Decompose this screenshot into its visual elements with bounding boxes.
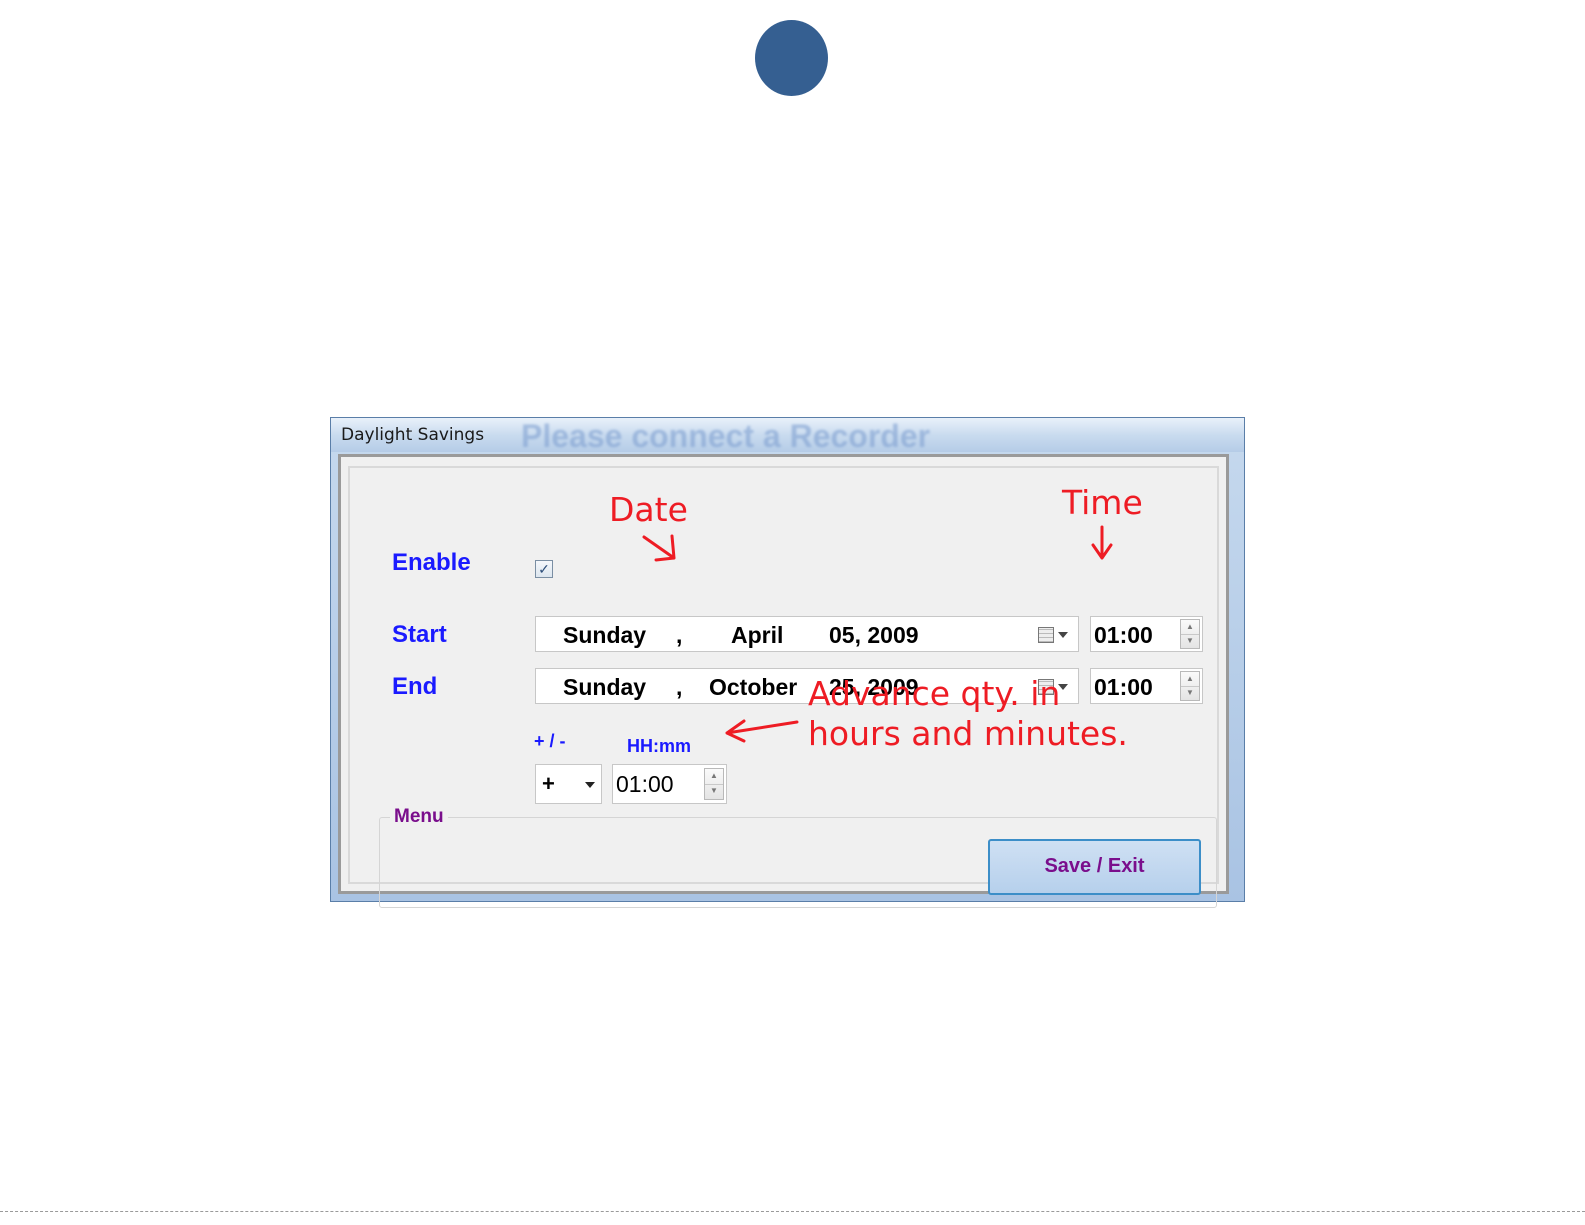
date-arrow-icon [642, 534, 676, 562]
advance-arrow-icon [725, 719, 799, 743]
annotation-arrows [642, 525, 1113, 743]
bottom-dashed-line [0, 1211, 1585, 1212]
time-arrow-icon [1091, 525, 1113, 560]
